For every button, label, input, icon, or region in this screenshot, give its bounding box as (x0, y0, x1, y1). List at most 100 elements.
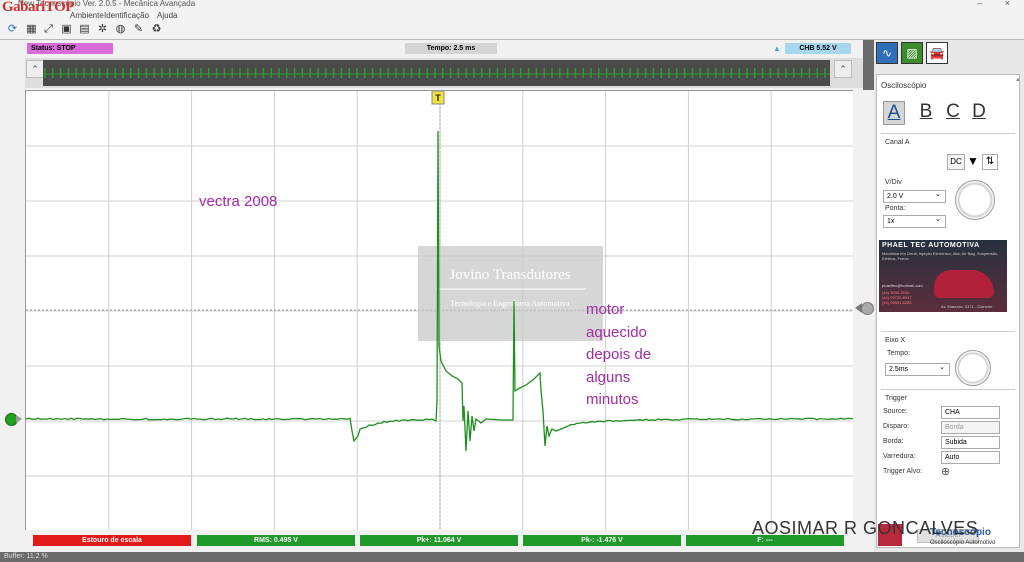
print-icon[interactable]: ▤ (78, 23, 91, 36)
oscilloscope-mode-icon[interactable]: ∿ (876, 42, 898, 64)
divider (881, 331, 1015, 332)
panel-title: Osciloscópio (881, 81, 926, 90)
vdiv-label: V/Div (885, 179, 902, 186)
status-bar: Buffer: 11.2 % (0, 552, 1024, 562)
plot-canvas: Jovino Transdutores Tecnologia e Engenha… (26, 91, 854, 531)
ground-arrow-icon (16, 415, 22, 423)
grid-icon[interactable]: ▦ (25, 23, 38, 36)
trigger-marker-label: T (435, 93, 441, 103)
author-watermark: AOSIMAR R GONCALVES (752, 518, 978, 539)
condition-note: motor aquecido depois de alguns minutos (586, 299, 651, 412)
overview-strip[interactable] (43, 60, 830, 86)
watermark-title: Jovino Transdutores (449, 267, 570, 283)
save-icon[interactable]: ▣ (60, 23, 73, 36)
ad-body: Mecânica em Geral, Injeção Eletrônica, A… (882, 251, 1004, 261)
tempo-readout: Tempo: 2.5 ms (405, 43, 497, 54)
eixo-x-label: Eixo X (885, 337, 905, 344)
measure-rms: RMS: 0.495 V (197, 535, 355, 546)
watermark: Jovino Transdutores Tecnologia e Engenha… (418, 246, 603, 341)
right-panel: ∿ ▨ 🚘 Osciloscópio ▲ A B C D Canal A DC … (874, 40, 1024, 552)
toolbar: ⟳ ▦ ⤢ ▣ ▤ ✲ ◍ ✎ ♻ (0, 21, 1024, 40)
settings-icon[interactable]: ✲ (96, 23, 109, 36)
vdiv-knob[interactable] (955, 180, 995, 220)
timebase-knob[interactable] (955, 350, 991, 386)
disparo-label: Disparo: (883, 423, 909, 430)
left-strip (0, 40, 25, 552)
measure-pk-plus: Pk+: 11.064 V (360, 535, 518, 546)
chb-readout: CHB 5.52 V (785, 43, 851, 54)
menu-ajuda[interactable]: Ajuda (157, 10, 177, 21)
menu-identificacao[interactable]: Identificação (104, 10, 149, 21)
ad-phone: (44) 99941-6265 (882, 300, 912, 305)
advertisement-banner[interactable]: PHAEL TEC AUTOMOTIVA Mecânica em Geral, … (879, 240, 1007, 312)
divider (881, 133, 1015, 134)
coupling-dc-button[interactable]: DC (947, 154, 965, 170)
filter-icon[interactable]: ▼ (966, 154, 980, 168)
ad-address: Av. Mauricio, 1371 - Cianorte (941, 304, 992, 309)
canal-label: Canal A (885, 139, 910, 146)
right-gutter (853, 90, 874, 530)
scope-plot[interactable]: Jovino Transdutores Tecnologia e Engenha… (25, 90, 855, 532)
disparo-select[interactable]: Borda (941, 421, 1000, 434)
ad-car-image (934, 270, 994, 298)
ponta-label: Ponta: (885, 205, 905, 212)
footer-subtitle: Osciloscópio Automotivo (930, 540, 995, 546)
menu-ambiente[interactable]: Ambiente (70, 10, 104, 21)
menu-bar: Ambiente Identificação Ajuda (0, 10, 1024, 21)
chb-marker-icon: ▲ (773, 43, 781, 54)
chevron-down-icon: ⌄ (935, 190, 941, 198)
tempo-label: Tempo: (887, 350, 910, 357)
invert-icon[interactable]: ⇅ (982, 154, 998, 170)
source-select[interactable]: CHA (941, 406, 1000, 419)
channel-a-button[interactable]: A (883, 101, 905, 125)
varredura-select[interactable]: Auto (941, 451, 1000, 464)
channel-c-button[interactable]: C (943, 101, 963, 123)
watermark-box (418, 246, 603, 341)
oscilloscope-panel: Osciloscópio ▲ A B C D Canal A DC ▼ ⇅ V/… (876, 74, 1020, 548)
trigger-alvo-label: Trigger Alvo: (883, 468, 922, 475)
ad-email: phaeltec@hotmail.com (882, 283, 923, 288)
scope-header: Status: STOP Tempo: 2.5 ms ▲ CHB 5.52 V … (25, 40, 863, 90)
borda-select[interactable]: Subida (941, 436, 1000, 449)
condition-note-line: alguns (586, 367, 651, 390)
trigger-level-handle[interactable] (861, 302, 874, 315)
condition-note-line: depois de (586, 344, 651, 367)
scroll-up-icon[interactable]: ▲ (1015, 77, 1021, 83)
vehicle-note: vectra 2008 (199, 193, 277, 210)
tools-icon[interactable]: ✎ (132, 23, 145, 36)
trigger-marker: T (432, 91, 444, 104)
overview-ticks (43, 60, 830, 86)
ad-head: PHAEL TEC AUTOMOTIVA (882, 242, 1007, 249)
buffer-overview: ⌃ ⌃ (25, 58, 863, 88)
condition-note-line: motor (586, 299, 651, 322)
channel-d-button[interactable]: D (969, 101, 989, 123)
overview-background (43, 60, 830, 86)
chevron-down-icon: ⌄ (939, 363, 945, 371)
divider (881, 389, 1015, 390)
window-controls[interactable]: – × (977, 0, 1020, 8)
condition-note-line: minutos (586, 389, 651, 412)
channel-b-button[interactable]: B (916, 101, 936, 123)
car-mode-icon[interactable]: 🚘 (926, 42, 948, 64)
overview-down-button[interactable]: ⌃ (834, 60, 852, 78)
overview-up-button[interactable]: ⌃ (26, 60, 44, 78)
brand-logo: GabariTOP (2, 0, 74, 14)
measure-overflow: Estouro de escala (33, 535, 191, 546)
measure-pk-minus: Pk-: -1.476 V (523, 535, 681, 546)
varredura-label: Varredura: (883, 453, 916, 460)
chevron-down-icon: ⌄ (935, 215, 941, 223)
ad-phones: (44) 3039-2530 (44) 99720-8937 (44) 9994… (882, 290, 912, 305)
borda-label: Borda: (883, 438, 904, 445)
status-badge: Status: STOP (27, 43, 113, 54)
recycle-icon[interactable]: ♻ (150, 23, 163, 36)
measurement-bar: Estouro de escala RMS: 0.495 V Pk+: 11.0… (25, 530, 874, 552)
crosshair-icon[interactable]: ⊕ (941, 465, 950, 478)
title-bar: New Tecnoscópio Ver. 2.0.5 - Mecânica Av… (0, 0, 1024, 10)
globe-icon[interactable]: ◍ (114, 23, 127, 36)
expand-icon[interactable]: ⤢ (42, 23, 55, 36)
condition-note-line: aquecido (586, 322, 651, 345)
trigger-label: Trigger (885, 395, 907, 402)
source-label: Source: (883, 408, 907, 415)
chart-mode-icon[interactable]: ▨ (901, 42, 923, 64)
refresh-icon[interactable]: ⟳ (6, 23, 19, 36)
